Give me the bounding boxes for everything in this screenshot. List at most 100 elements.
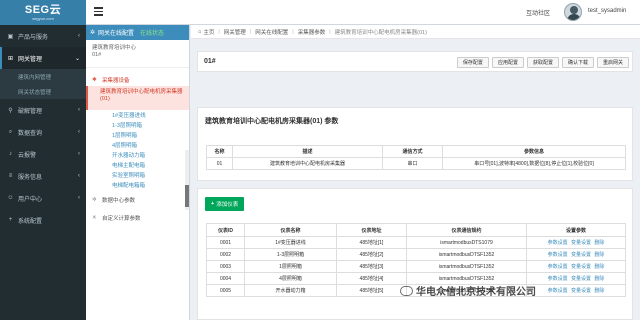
sidebar-item-products[interactable]: ▣ 产品与服务 ‹ — [0, 25, 86, 47]
top-header: 互动社区 test_sysadmin — [86, 0, 640, 25]
table-actions: 参数设置 变量设置 删除 — [526, 248, 626, 261]
table-cell: 0004 — [206, 272, 245, 285]
sidebar-submenu: 建筑内网管理 网关状态管理 — [0, 69, 86, 99]
table-header-row: 名称 描述 通信方式 参数信息 — [206, 145, 626, 158]
table-cell: 485地址[4] — [336, 272, 407, 285]
table-cell: 串口号[01],波特率[4800],数据位[8],停止位[1],校验位[0] — [442, 157, 626, 170]
collector-params-panel: 建筑教育培训中心配电机房采集器(01) 参数 名称 描述 通信方式 参数信息 0… — [197, 107, 633, 181]
param-settings-link[interactable]: 参数设置 — [548, 252, 568, 258]
chevron-left-icon: ‹ — [78, 173, 80, 179]
variable-settings-link[interactable]: 变量设置 — [571, 252, 591, 258]
watermark: 华电众信北京技术有限公司 — [400, 283, 536, 298]
tree-leaf[interactable]: 实验室照明箱 — [86, 170, 189, 180]
chevron-left-icon: ‹ — [78, 33, 80, 39]
user-icon: ☺ — [7, 195, 14, 201]
sidebar-item-label: 网关管理 — [18, 56, 43, 63]
search-icon: ⌕ — [8, 128, 13, 135]
sidebar-item-data-query[interactable]: ⌕ 数据查询 ‹ — [0, 121, 86, 143]
tree-node-data-center[interactable]: ✲ 数据中心参数 — [86, 194, 189, 206]
tree-leaf[interactable]: 电梯主配电箱 — [86, 160, 189, 170]
sidebar-item-label: 用户中心 — [18, 196, 43, 203]
sidebar-item-crack[interactable]: ⚲ 破解管理 ‹ — [0, 99, 86, 121]
link-icon: ⚲ — [8, 107, 13, 114]
delete-link[interactable]: 删除 — [594, 264, 604, 270]
param-settings-link[interactable]: 参数设置 — [548, 276, 568, 282]
sidebar-item-alarm[interactable]: ♪ 云报警 ‹ — [0, 143, 86, 165]
delete-link[interactable]: 删除 — [594, 240, 604, 246]
breadcrumb-collector-params[interactable]: 采集器参数 — [298, 28, 326, 36]
sidebar-item-label: 数据查询 — [18, 130, 43, 137]
table-actions: 参数设置 变量设置 删除 — [526, 272, 626, 285]
restart-gateway-button[interactable]: 重启网关 — [596, 57, 629, 68]
gateway-title-bar: 01# 保存配置 应用配置 获取配置 确认下载 重启网关 — [197, 51, 633, 72]
tree-node-collector[interactable]: ✱ 采集器设备 — [86, 74, 189, 86]
sidebar-subitem-building[interactable]: 建筑内网管理 — [0, 69, 86, 84]
tree-node-label: 数据中心参数 — [102, 198, 136, 204]
sidebar-item-system[interactable]: + 系统配置 — [0, 209, 86, 231]
page-title: 01# — [204, 58, 216, 65]
chevron-left-icon: ‹ — [78, 129, 80, 135]
delete-link[interactable]: 删除 — [594, 276, 604, 282]
tree-header: ✲ 网关在线配置 在线状态 — [86, 25, 189, 40]
sidebar-item-gateway[interactable]: ⊞ 网关管理 ⌄ — [0, 47, 86, 69]
gear-icon: ✲ — [90, 30, 96, 36]
add-instrument-label: 添加仪表 — [216, 202, 239, 208]
sidebar: SEG云 segyun.com ▣ 产品与服务 ‹ ⊞ 网关管理 ⌄ 建筑内网管… — [0, 0, 86, 320]
avatar[interactable] — [564, 3, 582, 21]
variable-settings-link[interactable]: 变量设置 — [571, 264, 591, 270]
table-cell: 0001 — [206, 236, 245, 249]
username[interactable]: test_sysadmin — [588, 8, 626, 14]
column-header: 描述 — [232, 145, 383, 158]
add-instrument-button[interactable]: + 添加仪表 — [205, 197, 245, 211]
breadcrumb-home[interactable]: 主页 — [203, 28, 214, 36]
tree-leaf[interactable]: 1层照明箱 — [86, 130, 189, 140]
variable-settings-link[interactable]: 变量设置 — [571, 240, 591, 246]
table-cell: 485地址[5] — [336, 284, 407, 297]
delete-link[interactable]: 删除 — [594, 288, 604, 294]
column-header: 通信方式 — [382, 145, 443, 158]
column-header: 仪表通信规约 — [406, 223, 527, 237]
tree-node-custom-params[interactable]: ✕ 自定义计算参数 — [86, 212, 189, 224]
tree-root[interactable]: 建筑教育培训中心 01# — [86, 40, 189, 68]
tree-root-id: 01# — [92, 52, 102, 58]
sidebar-subitem-gateway-status[interactable]: 网关状态管理 — [0, 84, 86, 99]
breadcrumb-online-config[interactable]: 网关在线配置 — [255, 28, 288, 36]
variable-settings-link[interactable]: 变量设置 — [571, 288, 591, 294]
device-tree-panel: ✲ 网关在线配置 在线状态 建筑教育培训中心 01# ✱ 采集器设备 建筑教育培… — [86, 25, 190, 320]
tree-leaf[interactable]: 开水器动力箱 — [86, 150, 189, 160]
tree-node-selected[interactable]: 建筑教育培训中心配电机房采集器(01) — [86, 86, 189, 110]
tree-leaf[interactable]: 电梯配电箱箱 — [86, 180, 189, 190]
list-icon: ≡ — [8, 173, 13, 179]
table-row: 0003 1层照明箱 485地址[3] ismartmodbusDTSF1352… — [206, 260, 626, 273]
table-cell: 1-3层照明箱 — [244, 248, 337, 261]
fetch-config-button[interactable]: 获取配置 — [526, 57, 559, 68]
variable-settings-link[interactable]: 变量设置 — [571, 276, 591, 282]
apply-config-button[interactable]: 应用配置 — [491, 57, 524, 68]
table-cell: 1#变压器进线 — [244, 236, 337, 249]
community-link[interactable]: 互动社区 — [526, 8, 550, 17]
confirm-download-button[interactable]: 确认下载 — [561, 57, 594, 68]
toolbar: 保存配置 应用配置 获取配置 确认下载 重启网关 — [454, 57, 629, 68]
table-cell: 485地址[2] — [336, 248, 407, 261]
table-row: 01 建筑教育培训中心配电机房采集器 串口 串口号[01],波特率[4800],… — [206, 157, 626, 170]
sidebar-item-label: 产品与服务 — [18, 34, 49, 41]
tree-leaf[interactable]: 4层照明箱 — [86, 140, 189, 150]
menu-toggle-icon[interactable] — [94, 7, 103, 16]
delete-link[interactable]: 删除 — [594, 252, 604, 258]
logo[interactable]: SEG云 segyun.com — [0, 0, 86, 25]
tree-scrollbar-thumb[interactable] — [185, 185, 189, 207]
param-settings-link[interactable]: 参数设置 — [548, 240, 568, 246]
table-actions: 参数设置 变量设置 删除 — [526, 236, 626, 249]
param-settings-link[interactable]: 参数设置 — [548, 264, 568, 270]
param-settings-link[interactable]: 参数设置 — [548, 288, 568, 294]
save-config-button[interactable]: 保存配置 — [456, 57, 489, 68]
breadcrumb: ⌂ 主页 | 网关管理 | 网关在线配置 | 采集器参数 | 建筑教育培训中心配… — [191, 25, 640, 39]
tree-leaf[interactable]: 1#变压器进线 — [86, 110, 189, 120]
home-icon[interactable]: ⌂ — [198, 29, 201, 35]
tree-leaf[interactable]: 1-3层照明箱 — [86, 120, 189, 130]
sidebar-item-service[interactable]: ≡ 服务信息 ‹ — [0, 165, 86, 187]
sidebar-item-user-center[interactable]: ☺ 用户中心 ‹ — [0, 187, 86, 209]
breadcrumb-gateway[interactable]: 网关管理 — [224, 28, 246, 36]
column-header: 名称 — [206, 145, 233, 158]
watermark-text: 华电众信北京技术有限公司 — [416, 287, 536, 298]
